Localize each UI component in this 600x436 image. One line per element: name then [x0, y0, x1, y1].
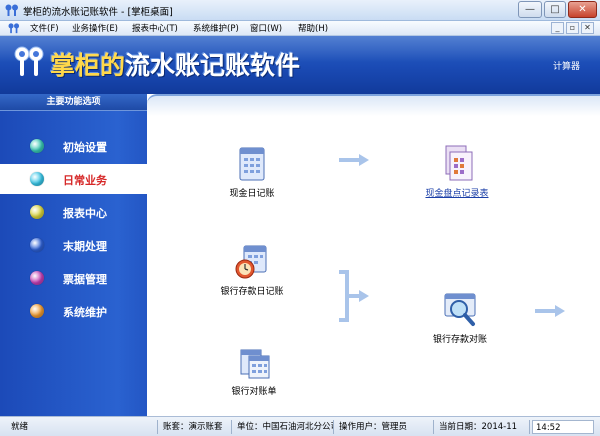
sidebar-item-label: 系统维护	[63, 306, 107, 319]
bullet-icon	[30, 304, 44, 318]
minimize-button[interactable]: —	[518, 1, 542, 18]
sidebar-item[interactable]: 系统维护	[0, 296, 147, 326]
banner-title-highlight: 掌柜的	[50, 51, 126, 80]
sidebar-item[interactable]: 末期处理	[0, 230, 147, 260]
status-time: 14:52	[532, 420, 594, 434]
main-panel: 现金日记账 现金盘点记录表 银行存款日记账 银行存款对账 银行对账单	[147, 94, 600, 416]
logo-icon	[14, 46, 44, 76]
menu-file[interactable]: 文件(F)	[30, 22, 59, 34]
maximize-button[interactable]: □	[544, 1, 566, 18]
bullet-icon	[30, 238, 44, 252]
sidebar-item[interactable]: 报表中心	[0, 197, 147, 227]
sidebar-header: 主要功能选项	[0, 94, 147, 111]
status-bar: 就绪 账套：演示账套 单位：中国石油河北分公司 操作用户：管理员 当前日期：20…	[0, 416, 600, 436]
sidebar-item-label: 报表中心	[63, 207, 107, 220]
bullet-icon	[30, 139, 44, 153]
app-menu-icon[interactable]	[8, 23, 20, 34]
bullet-icon	[30, 172, 44, 186]
sidebar-item[interactable]: 票据管理	[0, 263, 147, 293]
feature-bank-reconcile[interactable]: 银行存款对账	[415, 292, 505, 345]
mdi-restore-button[interactable]: ▫	[566, 22, 579, 34]
sidebar-item-label: 票据管理	[63, 273, 107, 286]
feature-bank-statement[interactable]: 银行对账单	[209, 346, 299, 397]
bank-reconcile-icon	[444, 293, 476, 326]
status-account: 账套：演示账套	[160, 420, 232, 434]
menu-system[interactable]: 系统维护(P)	[193, 22, 239, 34]
flow-arrow-icon	[339, 154, 369, 166]
feature-label: 银行存款日记账	[220, 287, 284, 297]
app-icon	[5, 4, 18, 16]
bracket-connector-icon	[339, 270, 369, 322]
status-operator: 操作用户：管理员	[336, 420, 434, 434]
mdi-close-button[interactable]: ✕	[581, 22, 594, 34]
bank-statement-icon	[240, 349, 270, 379]
sidebar-item[interactable]: 初始设置	[0, 131, 147, 161]
feature-bank-journal[interactable]: 银行存款日记账	[202, 244, 302, 297]
feature-cash-journal[interactable]: 现金日记账	[207, 146, 297, 199]
banner-title: 掌柜的流水账记账软件	[50, 46, 300, 82]
menu-business[interactable]: 业务操作(E)	[72, 22, 118, 34]
banner: 掌柜的流水账记账软件 计算器	[0, 36, 600, 94]
feature-label: 银行存款对账	[432, 335, 487, 345]
feature-cash-count[interactable]: 现金盘点记录表	[409, 144, 505, 199]
banner-title-rest: 流水账记账软件	[125, 51, 301, 80]
status-ready: 就绪	[8, 420, 158, 434]
cash-count-icon	[445, 145, 473, 181]
mdi-minimize-button[interactable]: _	[551, 22, 564, 34]
status-date: 当前日期：2014-11	[436, 420, 530, 434]
sidebar-item-label: 日常业务	[63, 174, 107, 187]
close-button[interactable]: ✕	[568, 1, 597, 18]
flow-arrow-icon	[535, 305, 565, 317]
feature-label: 现金盘点记录表	[425, 189, 489, 199]
sidebar-item-label: 初始设置	[63, 141, 107, 154]
bullet-icon	[30, 271, 44, 285]
feature-label: 银行对账单	[231, 387, 277, 397]
sidebar-item[interactable]: 日常业务	[0, 164, 147, 194]
cash-journal-icon	[239, 147, 265, 181]
calculator-link[interactable]: 计算器	[553, 59, 580, 72]
window-title: 掌柜的流水账记账软件 - [掌柜桌面]	[23, 7, 173, 18]
menu-help[interactable]: 帮助(H)	[298, 22, 328, 34]
menu-bar: 文件(F) 业务操作(E) 报表中心(T) 系统维护(P) 窗口(W) 帮助(H…	[0, 21, 600, 36]
menu-window[interactable]: 窗口(W)	[250, 22, 282, 34]
sidebar: 主要功能选项 初始设置日常业务报表中心末期处理票据管理系统维护	[0, 94, 147, 416]
main-top-strip	[147, 94, 600, 116]
bullet-icon	[30, 205, 44, 219]
bank-journal-icon	[235, 245, 267, 279]
title-bar: 掌柜的流水账记账软件 - [掌柜桌面] — □ ✕	[0, 0, 600, 21]
status-unit: 单位：中国石油河北分公司	[234, 420, 334, 434]
menu-reports[interactable]: 报表中心(T)	[132, 22, 178, 34]
feature-label: 现金日记账	[229, 189, 275, 199]
sidebar-item-label: 末期处理	[63, 240, 107, 253]
